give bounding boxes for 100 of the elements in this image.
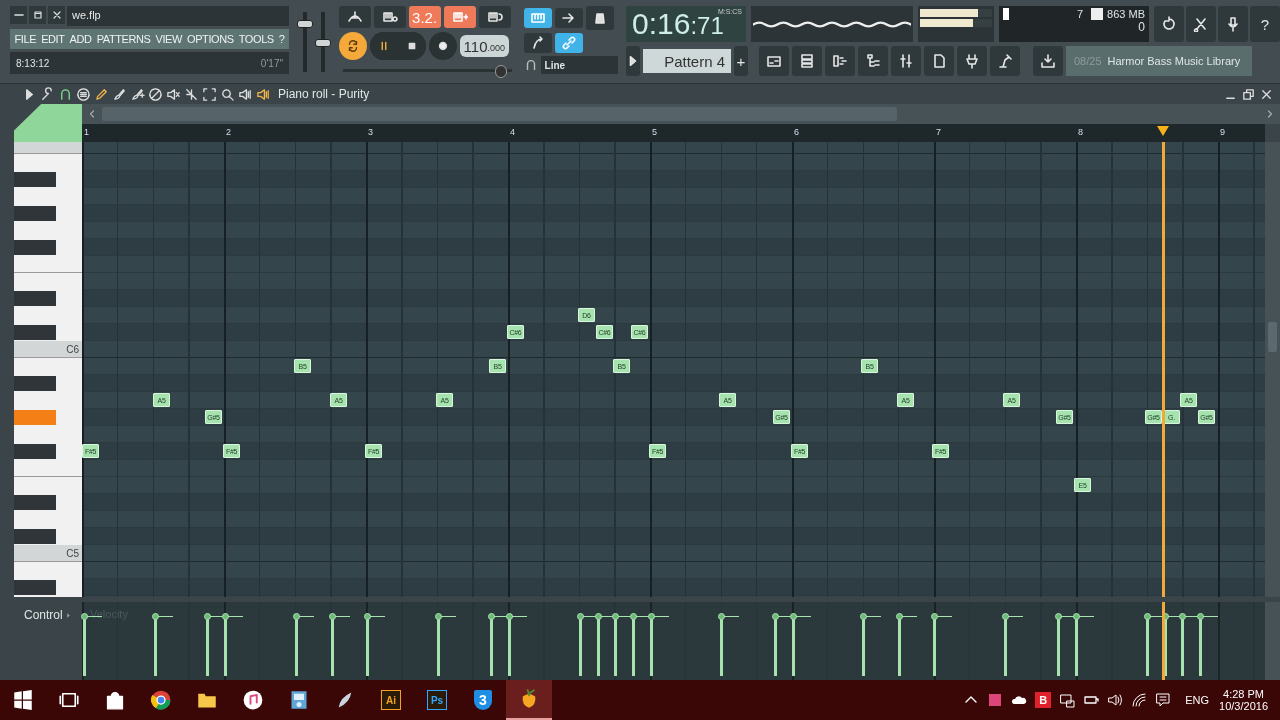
tool-tab[interactable] <box>14 104 82 142</box>
velocity-bar[interactable] <box>649 613 669 676</box>
wifi-icon[interactable] <box>1131 692 1148 708</box>
browser-button[interactable] <box>858 46 888 76</box>
sharp-key[interactable] <box>14 171 56 187</box>
horizontal-scrollbar[interactable] <box>82 104 1280 124</box>
velocity-bar[interactable] <box>932 613 952 676</box>
project-info-button[interactable] <box>924 46 954 76</box>
sharp-key[interactable] <box>14 375 56 391</box>
close-button[interactable] <box>48 6 65 24</box>
velocity-bar[interactable] <box>897 613 917 676</box>
piano-roll-title[interactable]: Piano roll - Purity <box>278 87 370 101</box>
record-button[interactable] <box>428 32 457 60</box>
wrench-icon[interactable] <box>40 86 55 102</box>
sharp-key[interactable] <box>14 205 56 221</box>
pencil-icon[interactable] <box>94 86 109 102</box>
add-pattern-button[interactable]: + <box>734 46 748 76</box>
velocity-bar[interactable] <box>1074 613 1094 676</box>
taskbar-clock[interactable]: 4:28 PM 10/3/2016 <box>1219 688 1268 712</box>
menu-item[interactable]: TOOLS <box>236 33 277 45</box>
knob-button[interactable] <box>585 6 614 30</box>
velocity-bar[interactable] <box>1003 613 1023 676</box>
velocity-bar[interactable] <box>719 613 739 676</box>
volume-icon[interactable] <box>1107 692 1124 708</box>
menu-item[interactable]: ADD <box>67 33 95 45</box>
tray-badge[interactable]: B <box>1035 692 1052 708</box>
download-button[interactable] <box>1033 46 1063 76</box>
sharp-key[interactable] <box>14 239 56 255</box>
device-icon[interactable] <box>1059 692 1076 708</box>
speaker-icon[interactable] <box>256 86 271 102</box>
velocity-bar[interactable] <box>791 613 811 676</box>
sharp-key[interactable] <box>14 443 56 459</box>
arrow-button[interactable] <box>554 8 583 28</box>
c-key[interactable]: C6 <box>14 340 82 357</box>
brush-icon[interactable] <box>112 86 127 102</box>
velocity-bar[interactable] <box>153 613 173 676</box>
restore-button[interactable] <box>1241 86 1256 102</box>
sharp-key[interactable] <box>14 579 56 595</box>
reset-button[interactable] <box>1154 6 1184 42</box>
link-button[interactable] <box>554 33 583 53</box>
taskbar-button[interactable]: Ps <box>414 680 460 720</box>
velocity-bar[interactable] <box>507 613 527 676</box>
sharp-key[interactable] <box>14 290 56 306</box>
vertical-scrollbar[interactable] <box>1265 142 1280 597</box>
menu-icon[interactable] <box>76 86 91 102</box>
help-button[interactable]: ? <box>1250 6 1280 42</box>
timeline-ruler[interactable]: 1 2 3 4 5 6 7 8 9 <box>82 124 1265 142</box>
menu-item[interactable]: OPTIONS <box>184 33 237 45</box>
menu-item[interactable]: FILE <box>12 33 39 45</box>
overdub-button[interactable] <box>443 6 476 28</box>
speaker-icon[interactable] <box>238 86 253 102</box>
piano-roll-button[interactable] <box>825 46 855 76</box>
velocity-bar[interactable] <box>223 613 243 676</box>
velocity-bar[interactable] <box>294 613 314 676</box>
notes-icon[interactable] <box>1155 692 1172 708</box>
vertical-scrollbar[interactable] <box>1265 602 1280 680</box>
control-label[interactable]: Control <box>24 608 63 622</box>
typing-keyboard-button[interactable] <box>523 8 552 28</box>
channel-rack-button[interactable] <box>792 46 822 76</box>
velocity-bar[interactable] <box>365 613 385 676</box>
velocity-bar[interactable] <box>330 613 350 676</box>
taskbar-button[interactable]: Ai <box>368 680 414 720</box>
menu-item[interactable]: PATTERNS <box>94 33 153 45</box>
step-edit-button[interactable] <box>523 33 552 53</box>
sharp-key[interactable] <box>14 494 56 510</box>
cut-tool-button[interactable] <box>1186 6 1216 42</box>
mute-icon[interactable] <box>166 86 181 102</box>
language-indicator[interactable]: ENG <box>1185 694 1210 706</box>
zoom-icon[interactable] <box>220 86 235 102</box>
lamp-button[interactable] <box>990 46 1020 76</box>
loop-record-button[interactable] <box>478 6 511 28</box>
playhead-marker[interactable] <box>1157 126 1169 136</box>
c-key[interactable]: C5 <box>14 544 82 561</box>
mixer-button[interactable] <box>891 46 921 76</box>
piano-keyboard[interactable]: C6 C5 <box>14 142 82 597</box>
maximize-button[interactable] <box>29 6 46 24</box>
select-icon[interactable] <box>202 86 217 102</box>
snap-dropdown[interactable]: Line <box>540 56 618 74</box>
wait-button[interactable] <box>373 6 406 28</box>
minimize-button[interactable] <box>10 6 27 24</box>
slice-icon[interactable] <box>184 86 199 102</box>
metronome-button[interactable] <box>338 6 371 28</box>
magnet-icon[interactable] <box>58 86 73 102</box>
velocity-bar[interactable] <box>861 613 881 676</box>
pattern-selector[interactable]: Pattern 4 <box>643 49 731 73</box>
delete-icon[interactable] <box>148 86 163 102</box>
velocity-bar[interactable] <box>436 613 456 676</box>
menu-item[interactable]: EDIT <box>38 33 68 45</box>
pattern-song-toggle[interactable] <box>338 32 367 60</box>
pattern-menu-button[interactable] <box>626 46 640 76</box>
sharp-key[interactable] <box>14 324 56 340</box>
plugin-button[interactable] <box>957 46 987 76</box>
brush-plus-icon[interactable] <box>130 86 145 102</box>
playlist-button[interactable] <box>759 46 789 76</box>
menu-item[interactable]: VIEW <box>153 33 185 45</box>
microphone-button[interactable] <box>1218 6 1248 42</box>
tempo-field[interactable]: 110.000 <box>459 35 510 57</box>
menu-item[interactable]: ? <box>276 33 288 45</box>
sharp-key[interactable] <box>14 528 56 544</box>
velocity-bar[interactable] <box>1198 613 1218 676</box>
